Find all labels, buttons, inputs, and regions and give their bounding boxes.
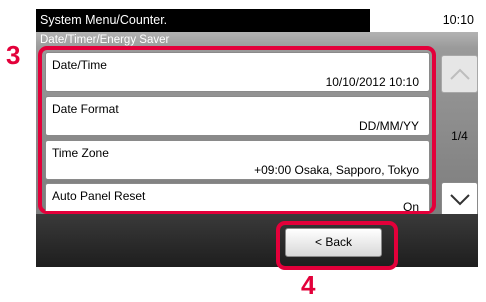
callout-number: 4 <box>301 270 316 300</box>
callout-number: 3 <box>6 40 21 70</box>
list-item-time-zone[interactable]: Time Zone +09:00 Osaka, Sapporo, Tokyo <box>45 140 430 180</box>
list-item-value: On <box>402 200 419 214</box>
list-item-value: 10/10/2012 10:10 <box>325 75 419 89</box>
list-item-label: Time Zone <box>52 146 109 160</box>
page-indicator: 1/4 <box>451 129 468 143</box>
list-item-auto-panel-reset[interactable]: Auto Panel Reset On <box>45 183 430 214</box>
list-item-label: Date/Time <box>52 58 107 72</box>
list-item-value: DD/MM/YY <box>359 119 419 133</box>
chevron-up-icon <box>449 68 470 80</box>
clock: 10:10 <box>442 13 474 27</box>
list-item-date-format[interactable]: Date Format DD/MM/YY <box>45 96 430 136</box>
chevron-down-icon <box>449 194 470 206</box>
status-bar: System Menu/Counter. 10:10 <box>36 9 478 32</box>
list-item-label: Date Format <box>52 102 119 116</box>
scroll-up-button[interactable] <box>441 55 478 93</box>
footer-bar <box>36 214 478 267</box>
list-item-value: +09:00 Osaka, Sapporo, Tokyo <box>254 163 419 177</box>
scroll-down-button[interactable] <box>441 182 478 218</box>
list-item-date-time[interactable]: Date/Time 10/10/2012 10:10 <box>45 52 430 92</box>
screen-title: System Menu/Counter. <box>36 9 370 32</box>
list-item-label: Auto Panel Reset <box>52 189 146 203</box>
back-button[interactable]: < Back <box>285 228 382 257</box>
